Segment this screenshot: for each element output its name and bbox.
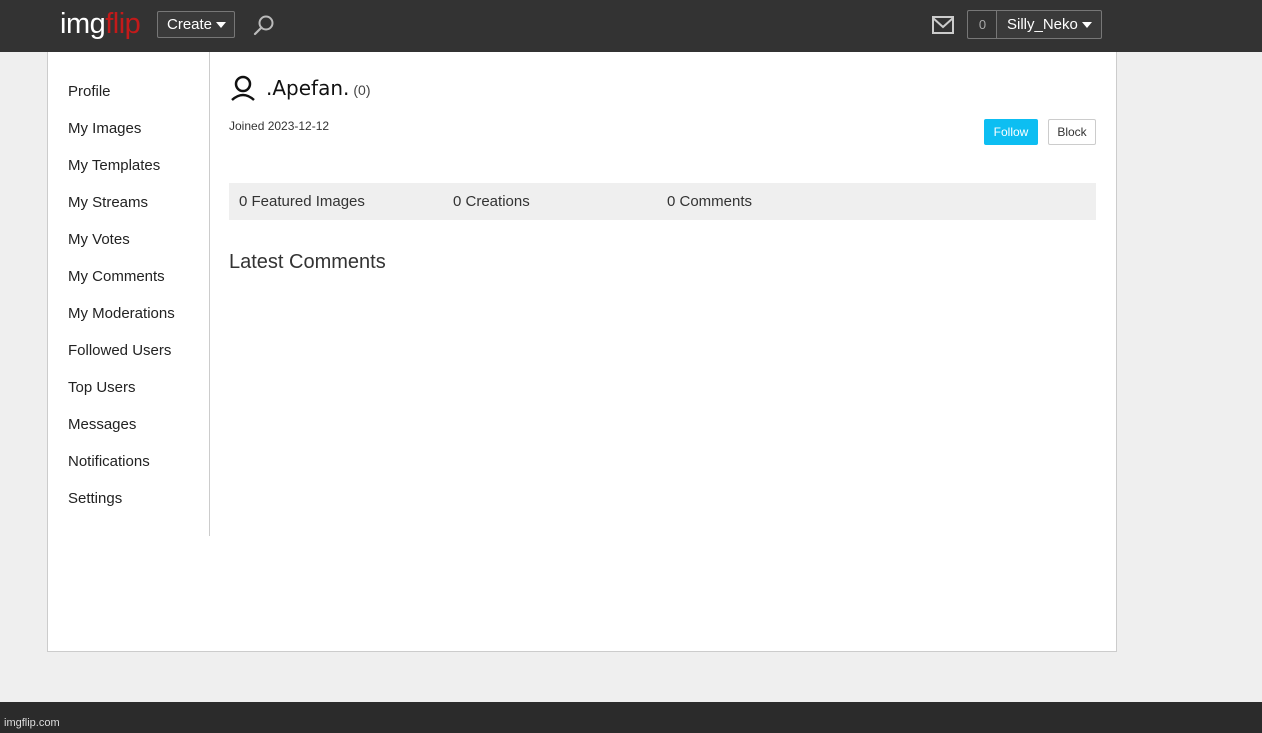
logo-text-flip: flip [105,8,141,40]
search-icon[interactable] [253,14,275,36]
sidebar-item-profile[interactable]: Profile [68,83,111,101]
user-icon [231,75,255,101]
sidebar-item-followed-users[interactable]: Followed Users [68,342,171,360]
sidebar-item-my-votes[interactable]: My Votes [68,231,130,249]
sidebar-item-my-images[interactable]: My Images [68,120,141,138]
block-button[interactable]: Block [1048,119,1096,145]
latest-comments-heading: Latest Comments [229,251,386,273]
follow-button[interactable]: Follow [984,119,1038,145]
comments-stat[interactable]: 0 Comments [667,193,752,211]
sidebar-item-notifications[interactable]: Notifications [68,453,150,471]
top-navbar: imgflip Create 0 Silly_Neko [0,0,1262,52]
create-button-label: Create [167,16,213,33]
sidebar-item-settings[interactable]: Settings [68,490,122,508]
notification-count-badge[interactable]: 0 [967,10,997,39]
profile-points: (0) [353,82,371,98]
sidebar-item-top-users[interactable]: Top Users [68,379,136,397]
profile-name: .Apefan. [266,76,350,100]
profile-stats-bar: 0 Featured Images 0 Creations 0 Comments [229,183,1096,220]
footer-domain: imgflip.com [4,717,60,729]
sidebar-item-messages[interactable]: Messages [68,416,136,434]
featured-images-stat[interactable]: 0 Featured Images [239,193,365,211]
chevron-down-icon [216,22,227,29]
creations-stat[interactable]: 0 Creations [453,193,530,211]
username-label: Silly_Neko [1007,16,1078,33]
chevron-down-icon [1081,22,1092,29]
imgflip-logo[interactable]: imgflip [60,7,141,41]
sidebar: Profile My Images My Templates My Stream… [48,52,210,536]
sidebar-item-my-comments[interactable]: My Comments [68,268,165,286]
mail-icon[interactable] [932,16,954,34]
main-panel: Profile My Images My Templates My Stream… [47,52,1117,652]
status-bar: imgflip.com [0,702,1262,733]
user-menu-button[interactable]: Silly_Neko [996,10,1102,39]
logo-text-img: img [60,8,106,40]
sidebar-item-my-moderations[interactable]: My Moderations [68,305,175,323]
sidebar-item-my-streams[interactable]: My Streams [68,194,148,212]
joined-date: Joined 2023-12-12 [229,119,330,133]
sidebar-item-my-templates[interactable]: My Templates [68,157,160,175]
create-menu-button[interactable]: Create [157,11,235,38]
profile-username: .Apefan. (0) [266,76,371,100]
